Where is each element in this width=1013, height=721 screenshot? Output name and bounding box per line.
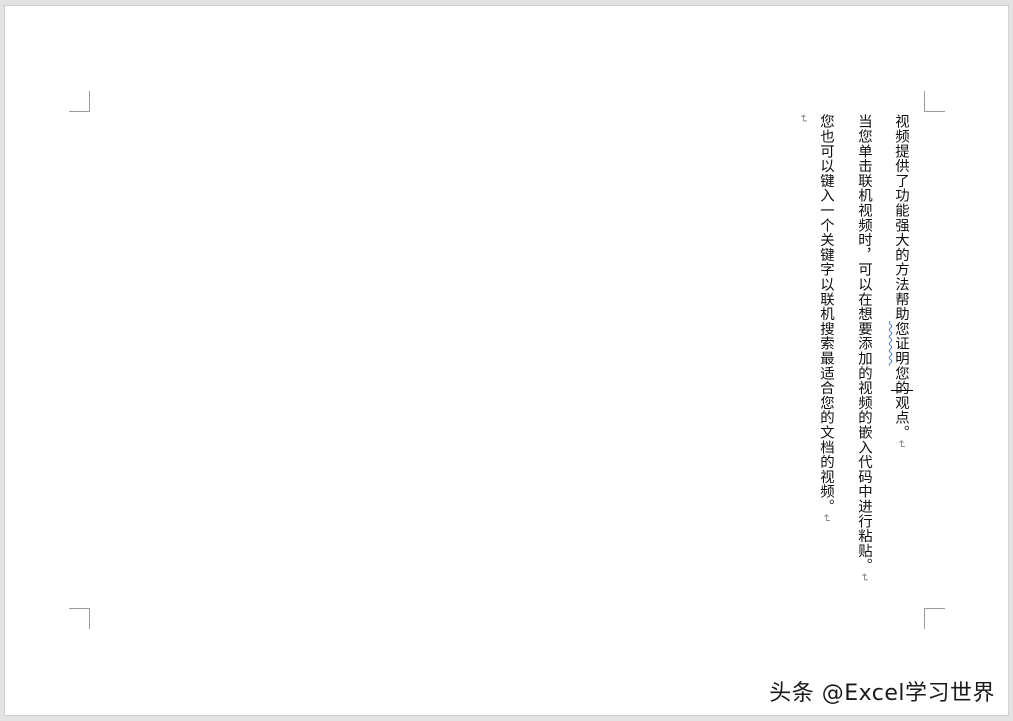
document-page[interactable]: 视频提供了功能强大的方法帮助您证明您的观点。↵ 当您单击联机视频时，可以在想要添… [5,6,1008,715]
paragraph-2[interactable]: 当您单击联机视频时，可以在想要添加的视频的嵌入代码中进行粘贴。↵ [854,114,874,582]
paragraph-1-text-start: 视频提供了功能强大的方法帮助 [893,114,909,322]
spellcheck-flagged-text[interactable]: 您证明 [893,321,909,365]
paragraph-3[interactable]: 您也可以键入一个关键字以联机搜索最适合您的文档的视频。↵ [816,114,836,523]
crop-mark-bottom-left [69,608,90,629]
paragraph-mark-icon: ↵ [820,513,833,524]
paragraph-1[interactable]: 视频提供了功能强大的方法帮助您证明您的观点。↵ [891,114,911,449]
paragraph-mark-icon: ↵ [895,439,908,450]
paragraph-4-empty[interactable]: ↵ [793,114,813,124]
crop-mark-bottom-right [924,608,945,629]
crop-mark-top-left [69,91,90,112]
paragraph-3-text: 您也可以键入一个关键字以联机搜索最适合您的文档的视频。 [818,114,834,514]
paragraph-mark-icon: ↵ [858,572,871,583]
paragraph-1-text-end: 您的观点。 [893,365,909,440]
paragraph-2-text: 当您单击联机视频时，可以在想要添加的视频的嵌入代码中进行粘贴。 [856,114,872,573]
crop-mark-top-right [924,91,945,112]
paragraph-mark-icon: ↵ [797,114,810,124]
text-cursor [891,390,913,391]
watermark: 头条 @Excel学习世界 [769,681,995,706]
